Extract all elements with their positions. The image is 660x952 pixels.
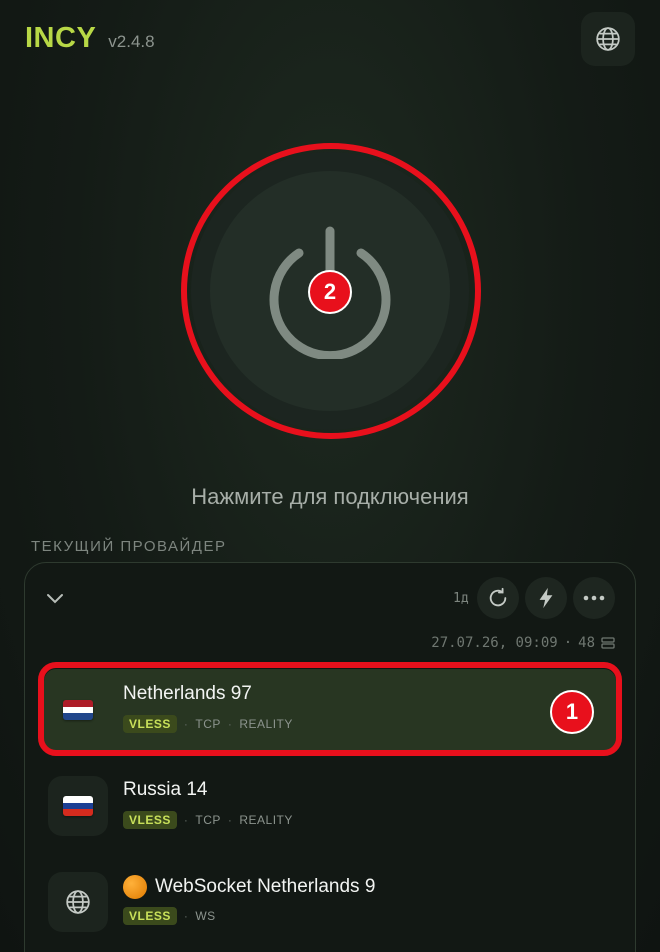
server-tags: VLESS · TCP · REALITY [123,811,293,829]
transport-label: WS [195,909,216,923]
speedtest-button[interactable] [525,577,567,619]
server-item-websocket-netherlands-9[interactable]: WebSocket Netherlands 9 VLESS · WS [44,861,616,943]
connect-hint: Нажмите для подключения [191,484,469,509]
protocol-badge: VLESS [123,907,177,925]
app-header: INCY v2.4.8 [25,22,155,55]
more-button[interactable] [573,577,615,619]
chevron-down-icon[interactable] [45,588,65,608]
provider-meta: 27.07.26, 09:09 · 48 [431,635,615,651]
more-icon [583,595,605,601]
server-highlight-ring [38,662,622,756]
meta-separator: · [563,635,573,651]
transport-label: TCP [195,813,221,827]
globe-icon [66,890,90,914]
language-button[interactable] [581,12,635,66]
globe-icon [596,27,620,51]
section-label-provider: ТЕКУЩИЙ ПРОВАЙДЕР [31,538,227,555]
step-badge-2: 2 [308,270,352,314]
app-logo-text: INCY [25,22,97,54]
protocol-badge: VLESS [123,811,177,829]
server-flag [48,872,108,932]
provider-updated: 27.07.26, 09:09 [431,635,558,651]
russia-flag [63,796,93,816]
server-tags: VLESS · WS [123,907,216,925]
servers-icon [601,637,615,649]
provider-age: 1д [453,591,469,606]
server-item-russia-14[interactable]: Russia 14 VLESS · TCP · REALITY [44,765,616,847]
server-flag [48,776,108,836]
refresh-icon [489,587,507,607]
server-name: Russia 14 [123,779,208,800]
orange-circle-icon [123,875,147,899]
bolt-icon [539,587,553,609]
app-version: v2.4.8 [108,32,155,51]
server-count: 48 [578,635,595,651]
refresh-button[interactable] [477,577,519,619]
security-label: REALITY [239,813,293,827]
step-badge-1: 1 [550,690,594,734]
server-name: WebSocket Netherlands 9 [123,875,375,899]
